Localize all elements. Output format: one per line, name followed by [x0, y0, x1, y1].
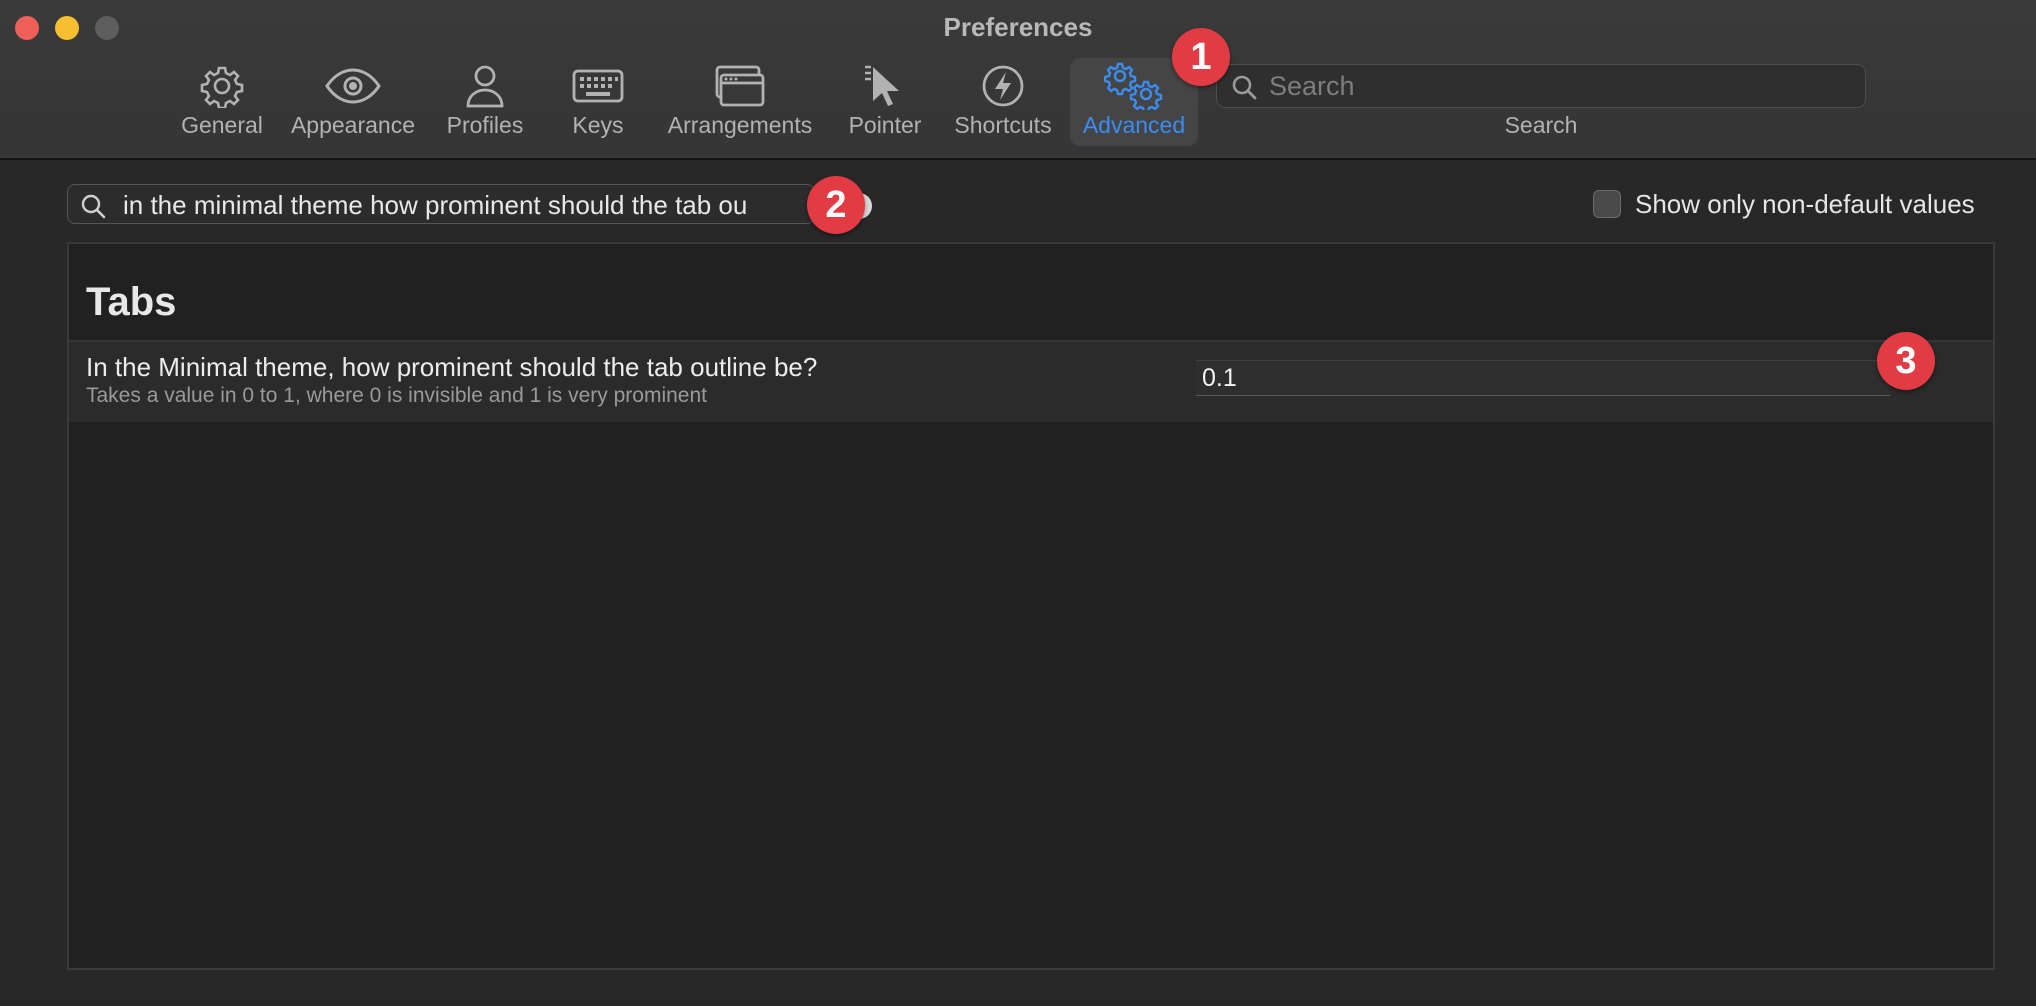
- tab-general[interactable]: General: [172, 58, 272, 146]
- annotation-badge-3: 3: [1877, 332, 1935, 390]
- non-default-checkbox[interactable]: [1593, 190, 1621, 218]
- setting-description: Takes a value in 0 to 1, where 0 is invi…: [86, 384, 707, 407]
- annotation-badge-2: 2: [807, 176, 865, 234]
- section-title: Tabs: [86, 280, 177, 324]
- search-icon: [1231, 74, 1257, 105]
- setting-question: In the Minimal theme, how prominent shou…: [86, 352, 818, 382]
- tab-advanced-label: Advanced: [1082, 112, 1186, 138]
- search-caption: Search: [1504, 112, 1578, 138]
- toolbar-search-field[interactable]: [1216, 64, 1866, 108]
- lightning-icon: [948, 62, 1058, 110]
- search-icon: [80, 193, 106, 224]
- tab-shortcuts[interactable]: Shortcuts: [948, 58, 1058, 146]
- window-title: Preferences: [943, 12, 1093, 42]
- pointer-icon: [840, 62, 930, 110]
- person-icon: [438, 62, 532, 110]
- setting-value-field[interactable]: [1196, 360, 1890, 396]
- tab-shortcuts-label: Shortcuts: [954, 112, 1052, 138]
- tab-appearance[interactable]: Appearance: [288, 58, 418, 146]
- toolbar: Preferences General Appearance Profiles …: [0, 0, 2036, 160]
- gear-icon: [172, 62, 272, 110]
- toolbar-search-input[interactable]: [1269, 69, 1849, 103]
- setting-row: In the Minimal theme, how prominent shou…: [69, 342, 1993, 422]
- preferences-window: Preferences General Appearance Profiles …: [0, 0, 2036, 1006]
- tab-appearance-label: Appearance: [290, 112, 416, 138]
- tab-general-label: General: [181, 112, 263, 138]
- tab-keys-label: Keys: [572, 112, 624, 138]
- tab-profiles-label: Profiles: [446, 112, 524, 138]
- settings-panel: Tabs In the Minimal theme, how prominent…: [67, 242, 1995, 970]
- tab-pointer[interactable]: Pointer: [840, 58, 930, 146]
- window-stack-icon: [664, 62, 816, 110]
- non-default-label: Show only non-default values: [1635, 188, 1975, 219]
- annotation-badge-1: 1: [1172, 28, 1230, 86]
- advanced-filter-field[interactable]: in the minimal theme how prominent shoul…: [67, 184, 872, 224]
- tab-arrangements-label: Arrangements: [667, 112, 813, 138]
- non-default-toggle[interactable]: Show only non-default values: [1593, 189, 1975, 219]
- tab-profiles[interactable]: Profiles: [438, 58, 532, 146]
- tab-arrangements[interactable]: Arrangements: [664, 58, 816, 146]
- keyboard-icon: [558, 62, 638, 110]
- advanced-filter-input[interactable]: in the minimal theme how prominent shoul…: [123, 190, 843, 221]
- tab-pointer-label: Pointer: [848, 112, 922, 138]
- tab-keys[interactable]: Keys: [558, 58, 638, 146]
- eye-icon: [288, 62, 418, 110]
